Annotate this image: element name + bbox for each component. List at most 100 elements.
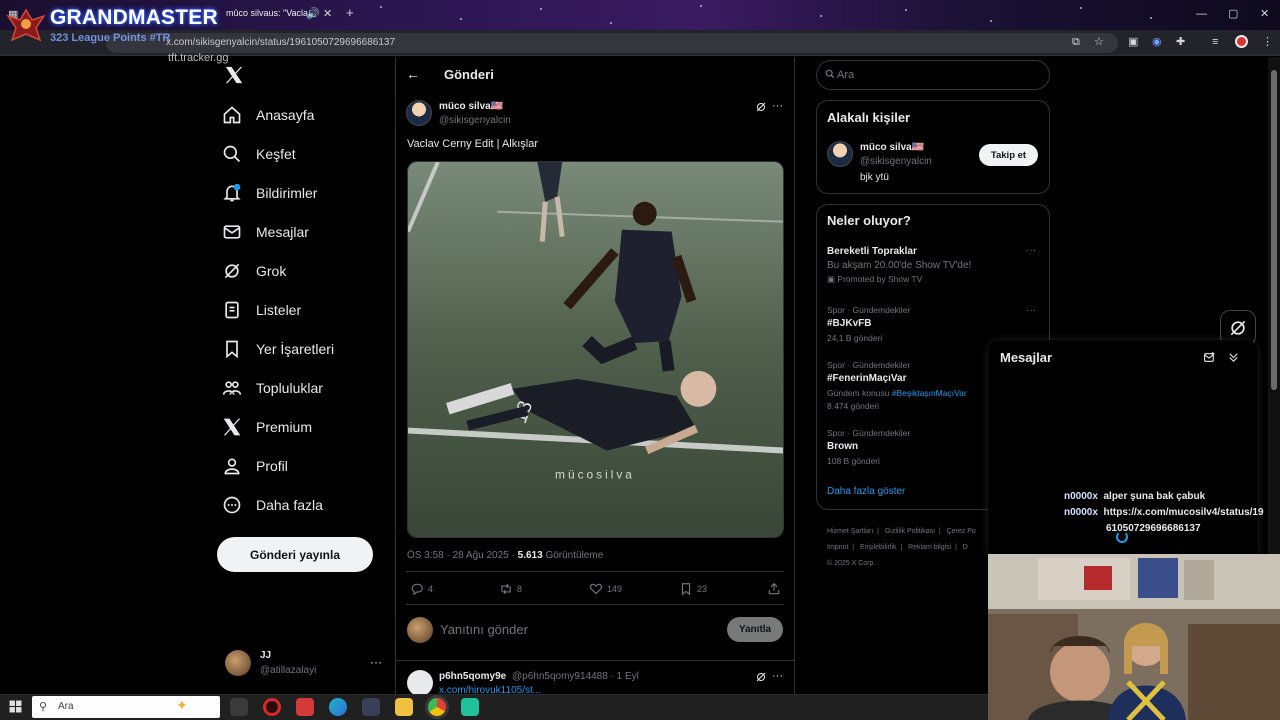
reply-more-icon[interactable]: ··· <box>772 670 783 682</box>
footer-link[interactable]: Imprint <box>827 544 848 551</box>
person-name[interactable]: müco silva🇺🇸 <box>860 142 924 153</box>
reply-action[interactable]: 4 <box>410 582 433 596</box>
store-icon[interactable] <box>362 698 380 716</box>
webcam-feed <box>988 554 1280 720</box>
nav-label: Mesajlar <box>256 224 309 240</box>
nav-profile[interactable]: Profil <box>222 450 288 482</box>
opera-icon[interactable] <box>263 698 281 716</box>
footer-link[interactable]: Gizlilik Politikası <box>885 528 935 535</box>
taskbar-search-placeholder: Ara <box>58 701 74 712</box>
show-more-link[interactable]: Daha fazla göster <box>827 486 905 497</box>
nav-label: Grok <box>256 263 287 279</box>
bookmark-icon <box>226 340 238 359</box>
account-name: JJ <box>260 650 272 661</box>
file-explorer-icon[interactable] <box>395 698 413 716</box>
envelope-icon <box>223 225 241 239</box>
nav-messages[interactable]: Mesajlar <box>222 216 309 248</box>
post-button[interactable]: Gönderi yayınla <box>217 537 373 572</box>
follow-button[interactable]: Takip et <box>979 144 1038 166</box>
app-red-icon[interactable] <box>296 698 314 716</box>
nav-grok[interactable]: Grok <box>222 255 286 287</box>
audio-extension-icon[interactable]: ◉ <box>1152 35 1162 49</box>
trend-more-icon[interactable]: ··· <box>1026 245 1036 256</box>
person-handle[interactable]: @sikisgenyalcin <box>860 156 932 167</box>
nav-label: Daha fazla <box>256 497 323 513</box>
grok-explain-icon[interactable] <box>755 101 767 113</box>
collapse-chevron-icon[interactable] <box>1227 351 1240 364</box>
profile-avatar-icon[interactable] <box>1235 35 1248 48</box>
url-field[interactable]: x.com/sikisgenyalcin/status/196105072969… <box>106 33 1118 53</box>
nav-explore[interactable]: Keşfet <box>222 138 296 170</box>
media-control-icon[interactable]: ≡ <box>1212 35 1218 49</box>
trend-more-icon[interactable]: ··· <box>1026 305 1036 316</box>
cast-icon[interactable]: ⧉ <box>1072 35 1080 49</box>
footer-link[interactable]: Hizmet Şartları <box>827 528 873 535</box>
windows-start-icon[interactable] <box>9 700 22 713</box>
nav-label: Yer İşaretleri <box>256 341 335 357</box>
nav-lists[interactable]: Listeler <box>222 294 301 326</box>
footer-link[interactable]: Çerez Po <box>947 528 976 535</box>
chrome-icon[interactable] <box>428 698 446 716</box>
home-icon <box>223 106 241 124</box>
footer-link[interactable]: Reklam bilgisi <box>908 544 951 551</box>
post-more-icon[interactable]: ··· <box>772 100 783 112</box>
footer-links: Hizmet Şartları | Gizlilik Politikası | … <box>827 528 976 567</box>
post-video[interactable]: 18 mücosilva <box>407 161 784 538</box>
trend-item[interactable]: Spor · Gündemdekiler #BJKvFB 24,1 B gönd… <box>827 305 910 343</box>
nav-communities[interactable]: Topluluklar <box>222 372 323 404</box>
bookmark-star-icon[interactable]: ☆ <box>1094 35 1104 49</box>
nav-more[interactable]: Daha fazla <box>222 489 323 521</box>
reply-author-avatar[interactable] <box>407 670 433 696</box>
nav-premium[interactable]: Premium <box>222 411 312 443</box>
x-logo-icon[interactable] <box>224 66 244 84</box>
browser-more-icon[interactable]: ⋮ <box>1262 35 1273 49</box>
sparkle-icon: ✦ <box>176 697 188 713</box>
compose-message-icon[interactable] <box>1203 351 1216 364</box>
person-avatar[interactable] <box>827 141 853 167</box>
back-arrow-icon[interactable]: ← <box>406 66 420 82</box>
trend-item[interactable]: Spor · Gündemdekiler Brown 108 B gönderi <box>827 428 910 466</box>
edge-icon[interactable] <box>329 698 347 716</box>
active-tab-title[interactable]: mûco silvaus: "Vacla <box>226 8 308 18</box>
like-action[interactable]: 149 <box>589 582 622 596</box>
trends-title: Neler oluyor? <box>827 213 911 228</box>
divider <box>406 604 784 605</box>
repost-action[interactable]: 8 <box>499 582 522 596</box>
window-close-icon[interactable]: ✕ <box>1260 7 1269 21</box>
footer-link[interactable]: D <box>963 544 968 551</box>
taskbar-search-input[interactable]: Ara <box>32 696 220 718</box>
account-avatar[interactable] <box>225 650 251 676</box>
maximize-icon[interactable]: ▢ <box>1228 7 1238 21</box>
reply-grok-icon[interactable] <box>755 671 767 683</box>
reply-input[interactable]: Yanıtını gönder <box>440 622 528 637</box>
footer-link[interactable]: Erişilebilirlik <box>860 544 897 551</box>
search-input[interactable]: Ara <box>816 60 1050 90</box>
bookmark-action[interactable]: 23 <box>679 582 707 596</box>
reply-button[interactable]: Yanıtla <box>727 617 783 642</box>
tab-close-icon[interactable]: ✕ <box>323 7 332 21</box>
video-watermark: mücosilva <box>555 467 635 481</box>
nav-home[interactable]: Anasayfa <box>222 99 314 131</box>
nav-notifications[interactable]: Bildirimler <box>222 177 317 209</box>
tab-audio-icon[interactable]: 🔊 <box>306 7 320 21</box>
post-timestamp: ÖS 3:58 · 28 Ağu 2025 · <box>407 550 518 561</box>
trend-item[interactable]: Bereketli Topraklar Bu akşam 20.00'de Sh… <box>827 246 971 285</box>
app-green-icon[interactable] <box>461 698 479 716</box>
reply-author-name[interactable]: p6hn5qomy9e <box>439 671 506 682</box>
tracker-label: tft.tracker.gg <box>168 52 229 64</box>
author-avatar[interactable] <box>406 100 432 126</box>
puzzle-icon[interactable]: ✚ <box>1176 35 1185 49</box>
task-view-icon[interactable] <box>230 698 248 716</box>
author-handle[interactable]: @sikisgenyalcin <box>439 115 511 126</box>
share-icon[interactable] <box>767 582 781 596</box>
account-more-icon[interactable]: ··· <box>370 655 382 669</box>
extension-icon[interactable]: ▣ <box>1128 35 1138 49</box>
author-name[interactable]: müco silva🇺🇸 <box>439 101 503 112</box>
list-icon <box>225 301 239 319</box>
trend-item[interactable]: Spor · Gündemdekiler #FenerinMaçıVar Gün… <box>827 360 967 411</box>
chat-overlay: n0000x alper şuna bak çabuk n0000x https… <box>1064 489 1264 537</box>
scrollbar-thumb[interactable] <box>1271 70 1277 390</box>
new-tab-icon[interactable]: + <box>346 6 354 20</box>
minimize-icon[interactable]: — <box>1196 7 1207 21</box>
nav-bookmarks[interactable]: Yer İşaretleri <box>222 333 334 365</box>
